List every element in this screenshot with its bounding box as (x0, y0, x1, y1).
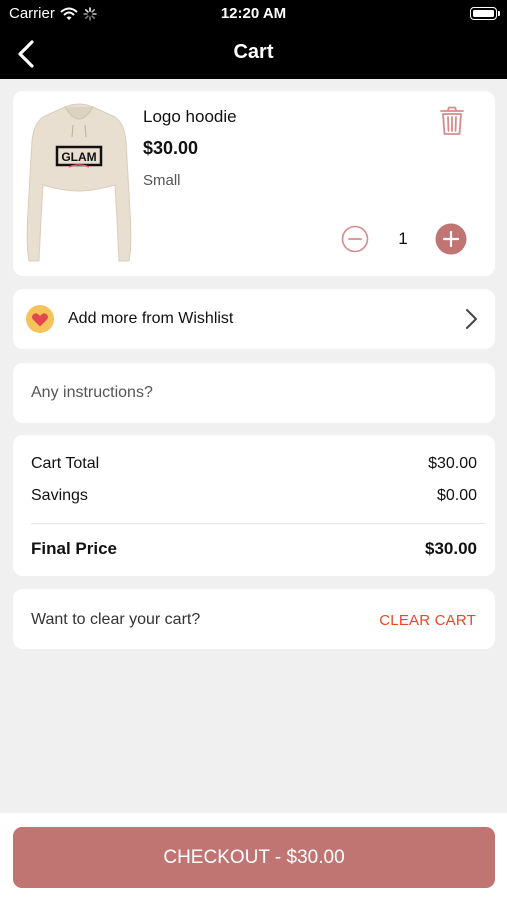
summary-divider (31, 523, 485, 524)
savings-row: Savings $0.00 (31, 487, 477, 505)
cart-total-label: Cart Total (31, 455, 100, 472)
product-name: Logo hoodie (143, 107, 237, 126)
checkout-button[interactable]: CHECKOUT - $30.00 (13, 827, 495, 888)
heart-icon (26, 305, 54, 333)
clear-cart-card: Want to clear your cart? CLEAR CART (13, 589, 495, 649)
clear-cart-button[interactable]: CLEAR CART (379, 612, 476, 629)
clear-cart-question: Want to clear your cart? (31, 611, 201, 628)
trash-icon[interactable] (439, 106, 465, 136)
cart-total-value: $30.00 (428, 455, 477, 472)
product-image: GLAM (26, 103, 132, 262)
cart-total-row: Cart Total $30.00 (31, 455, 477, 473)
final-price-row: Final Price $30.00 (31, 539, 477, 559)
instructions-card (13, 363, 495, 423)
bottom-bar: CHECKOUT - $30.00 (0, 813, 507, 900)
page-title: Cart (233, 41, 274, 63)
wishlist-row[interactable]: Add more from Wishlist (13, 289, 495, 349)
chevron-right-icon (466, 309, 477, 329)
final-price-value: $30.00 (425, 539, 477, 558)
increase-quantity-button[interactable] (435, 223, 467, 255)
wishlist-label: Add more from Wishlist (68, 310, 234, 327)
quantity-value: 1 (398, 229, 408, 248)
savings-value: $0.00 (436, 487, 477, 504)
price-summary-card: Cart Total $30.00 Savings $0.00 Final Pr… (13, 435, 495, 576)
decrease-quantity-button[interactable] (341, 225, 369, 253)
product-price: $30.00 (143, 138, 199, 158)
battery-icon (470, 7, 500, 20)
product-size: Small (143, 172, 181, 189)
cart-item-card: GLAM Logo hoodie $30.00 Small 1 (13, 91, 495, 276)
instructions-input[interactable] (13, 363, 495, 423)
status-time: 12:20 AM (220, 5, 287, 22)
nav-bar: Cart (0, 28, 507, 79)
status-bar: Carrier 12:20 AM (0, 0, 507, 28)
savings-label: Savings (31, 487, 88, 504)
product-image-logo: GLAM (61, 150, 96, 164)
final-price-label: Final Price (31, 539, 117, 558)
